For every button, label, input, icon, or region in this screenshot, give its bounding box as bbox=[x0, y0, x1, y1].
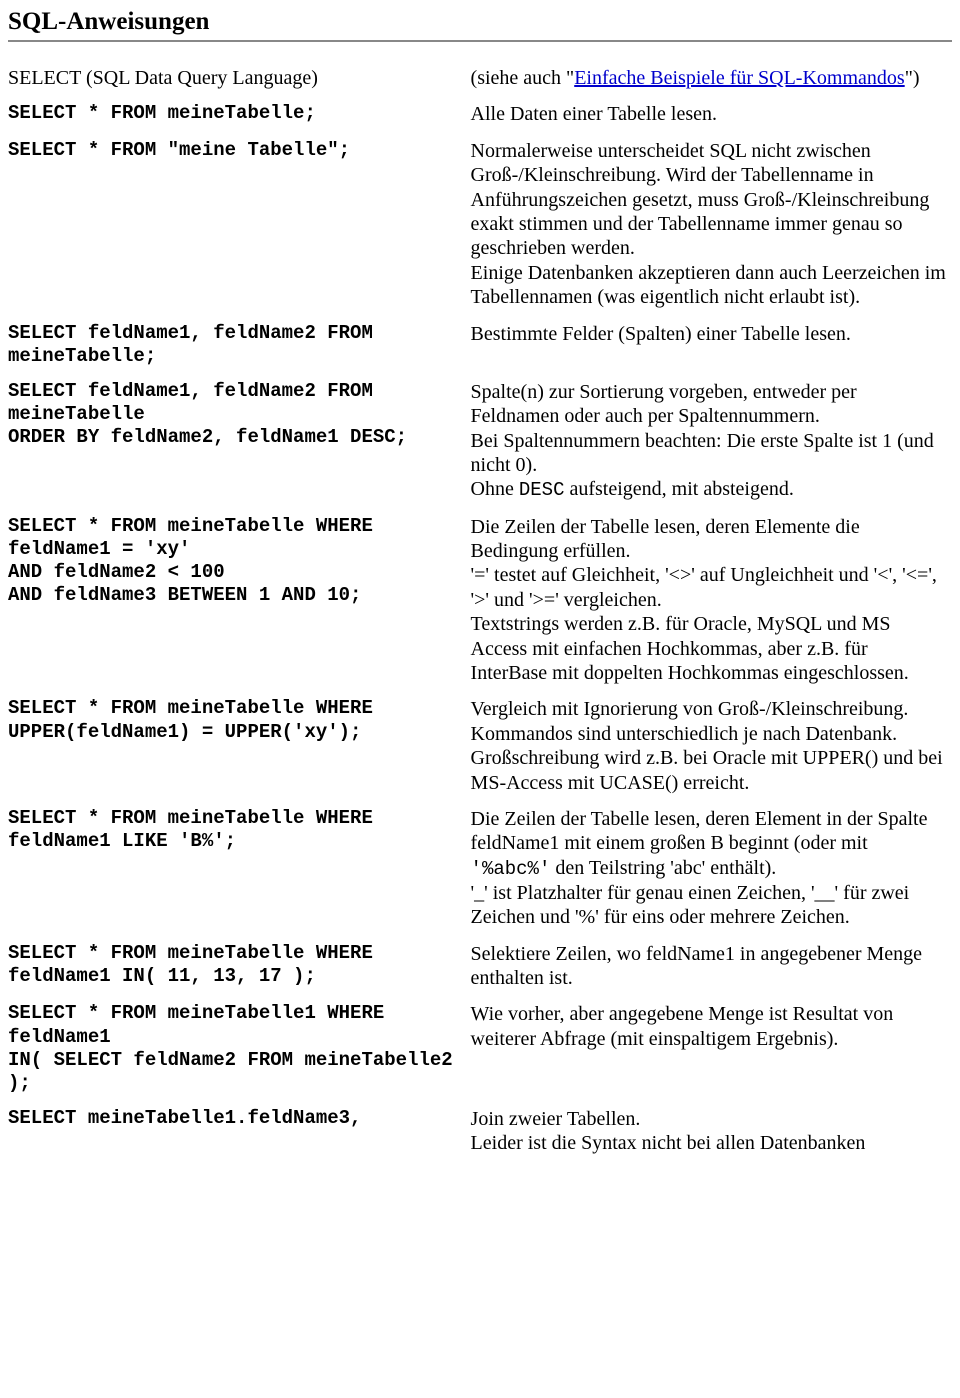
sql-code: SELECT * FROM meineTabelle WHERE feldNam… bbox=[8, 807, 467, 853]
description-cell: Normalerweise unterscheidet SQL nicht zw… bbox=[471, 133, 952, 316]
table-row: SELECT * FROM meineTabelle WHERE feldNam… bbox=[8, 936, 952, 997]
divider bbox=[8, 40, 952, 42]
description-cell: Join zweier Tabellen. Leider ist die Syn… bbox=[471, 1101, 952, 1162]
description-cell: Alle Daten einer Tabelle lesen. bbox=[471, 96, 952, 132]
sql-code-cell: SELECT * FROM meineTabelle1 WHERE feldNa… bbox=[8, 996, 471, 1101]
table-row: SELECT * FROM meineTabelle;Alle Daten ei… bbox=[8, 96, 952, 132]
page-title: SQL-Anweisungen bbox=[8, 8, 952, 36]
description-cell: Spalte(n) zur Sortierung vorgeben, entwe… bbox=[471, 374, 952, 509]
sql-code-cell: SELECT * FROM meineTabelle WHERE UPPER(f… bbox=[8, 691, 471, 801]
table-row: SELECT * FROM meineTabelle1 WHERE feldNa… bbox=[8, 996, 952, 1101]
sql-code-cell: SELECT * FROM meineTabelle; bbox=[8, 96, 471, 132]
table-row: SELECT feldName1, feldName2 FROM meineTa… bbox=[8, 316, 952, 374]
sql-code-cell: SELECT meineTabelle1.feldName3, bbox=[8, 1101, 471, 1162]
table-row: SELECT feldName1, feldName2 FROM meineTa… bbox=[8, 374, 952, 509]
description-text: Wie vorher, aber angegebene Menge ist Re… bbox=[471, 1002, 948, 1051]
sql-code: SELECT * FROM meineTabelle WHERE UPPER(f… bbox=[8, 697, 467, 743]
sql-code-cell: SELECT * FROM meineTabelle WHERE feldNam… bbox=[8, 509, 471, 692]
table-row: SELECT * FROM meineTabelle WHERE feldNam… bbox=[8, 509, 952, 692]
description-text: Alle Daten einer Tabelle lesen. bbox=[471, 102, 948, 126]
description-text: SELECT (SQL Data Query Language) bbox=[8, 66, 467, 90]
description-cell: Selektiere Zeilen, wo feldName1 in angeg… bbox=[471, 936, 952, 997]
description-cell: Die Zeilen der Tabelle lesen, deren Elem… bbox=[471, 509, 952, 692]
sql-code: SELECT * FROM meineTabelle; bbox=[8, 102, 467, 125]
inline-code: DESC bbox=[519, 479, 565, 501]
table-row: SELECT * FROM meineTabelle WHERE feldNam… bbox=[8, 801, 952, 936]
sql-code: SELECT meineTabelle1.feldName3, bbox=[8, 1107, 467, 1130]
sql-code-cell: SELECT feldName1, feldName2 FROM meineTa… bbox=[8, 316, 471, 374]
description-text: Die Zeilen der Tabelle lesen, deren Elem… bbox=[471, 515, 948, 686]
description-text: Spalte(n) zur Sortierung vorgeben, entwe… bbox=[471, 380, 948, 503]
sql-table: SELECT (SQL Data Query Language)(siehe a… bbox=[8, 60, 952, 1162]
link[interactable]: Einfache Beispiele für SQL-Kommandos bbox=[574, 67, 904, 89]
sql-code: SELECT * FROM meineTabelle WHERE feldNam… bbox=[8, 942, 467, 988]
description-cell: (siehe auch "Einfache Beispiele für SQL-… bbox=[471, 60, 952, 96]
description-cell: Die Zeilen der Tabelle lesen, deren Elem… bbox=[471, 801, 952, 936]
description-cell: Wie vorher, aber angegebene Menge ist Re… bbox=[471, 996, 952, 1101]
sql-code-cell: SELECT feldName1, feldName2 FROM meineTa… bbox=[8, 374, 471, 509]
sql-code-cell: SELECT * FROM meineTabelle WHERE feldNam… bbox=[8, 801, 471, 936]
sql-code-cell: SELECT * FROM "meine Tabelle"; bbox=[8, 133, 471, 316]
description-cell: Vergleich mit Ignorierung von Groß-/Klei… bbox=[471, 691, 952, 801]
description-cell: Bestimmte Felder (Spalten) einer Tabelle… bbox=[471, 316, 952, 374]
description-text: (siehe auch "Einfache Beispiele für SQL-… bbox=[471, 66, 948, 90]
description-text: Die Zeilen der Tabelle lesen, deren Elem… bbox=[471, 807, 948, 930]
description-text: Normalerweise unterscheidet SQL nicht zw… bbox=[471, 139, 948, 310]
inline-code: '%abc%' bbox=[471, 858, 551, 880]
description-text: Selektiere Zeilen, wo feldName1 in angeg… bbox=[471, 942, 948, 991]
sql-code: SELECT * FROM meineTabelle1 WHERE feldNa… bbox=[8, 1002, 467, 1095]
sql-code: SELECT feldName1, feldName2 FROM meineTa… bbox=[8, 322, 467, 368]
table-row: SELECT (SQL Data Query Language)(siehe a… bbox=[8, 60, 952, 96]
sql-code: SELECT feldName1, feldName2 FROM meineTa… bbox=[8, 380, 467, 450]
table-row: SELECT meineTabelle1.feldName3,Join zwei… bbox=[8, 1101, 952, 1162]
description-text: Bestimmte Felder (Spalten) einer Tabelle… bbox=[471, 322, 948, 346]
sql-code-cell: SELECT * FROM meineTabelle WHERE feldNam… bbox=[8, 936, 471, 997]
sql-code: SELECT * FROM "meine Tabelle"; bbox=[8, 139, 467, 162]
sql-code: SELECT * FROM meineTabelle WHERE feldNam… bbox=[8, 515, 467, 608]
table-row: SELECT * FROM meineTabelle WHERE UPPER(f… bbox=[8, 691, 952, 801]
description-text: Join zweier Tabellen. Leider ist die Syn… bbox=[471, 1107, 948, 1156]
sql-code-cell: SELECT (SQL Data Query Language) bbox=[8, 60, 471, 96]
table-row: SELECT * FROM "meine Tabelle";Normalerwe… bbox=[8, 133, 952, 316]
description-text: Vergleich mit Ignorierung von Groß-/Klei… bbox=[471, 697, 948, 795]
